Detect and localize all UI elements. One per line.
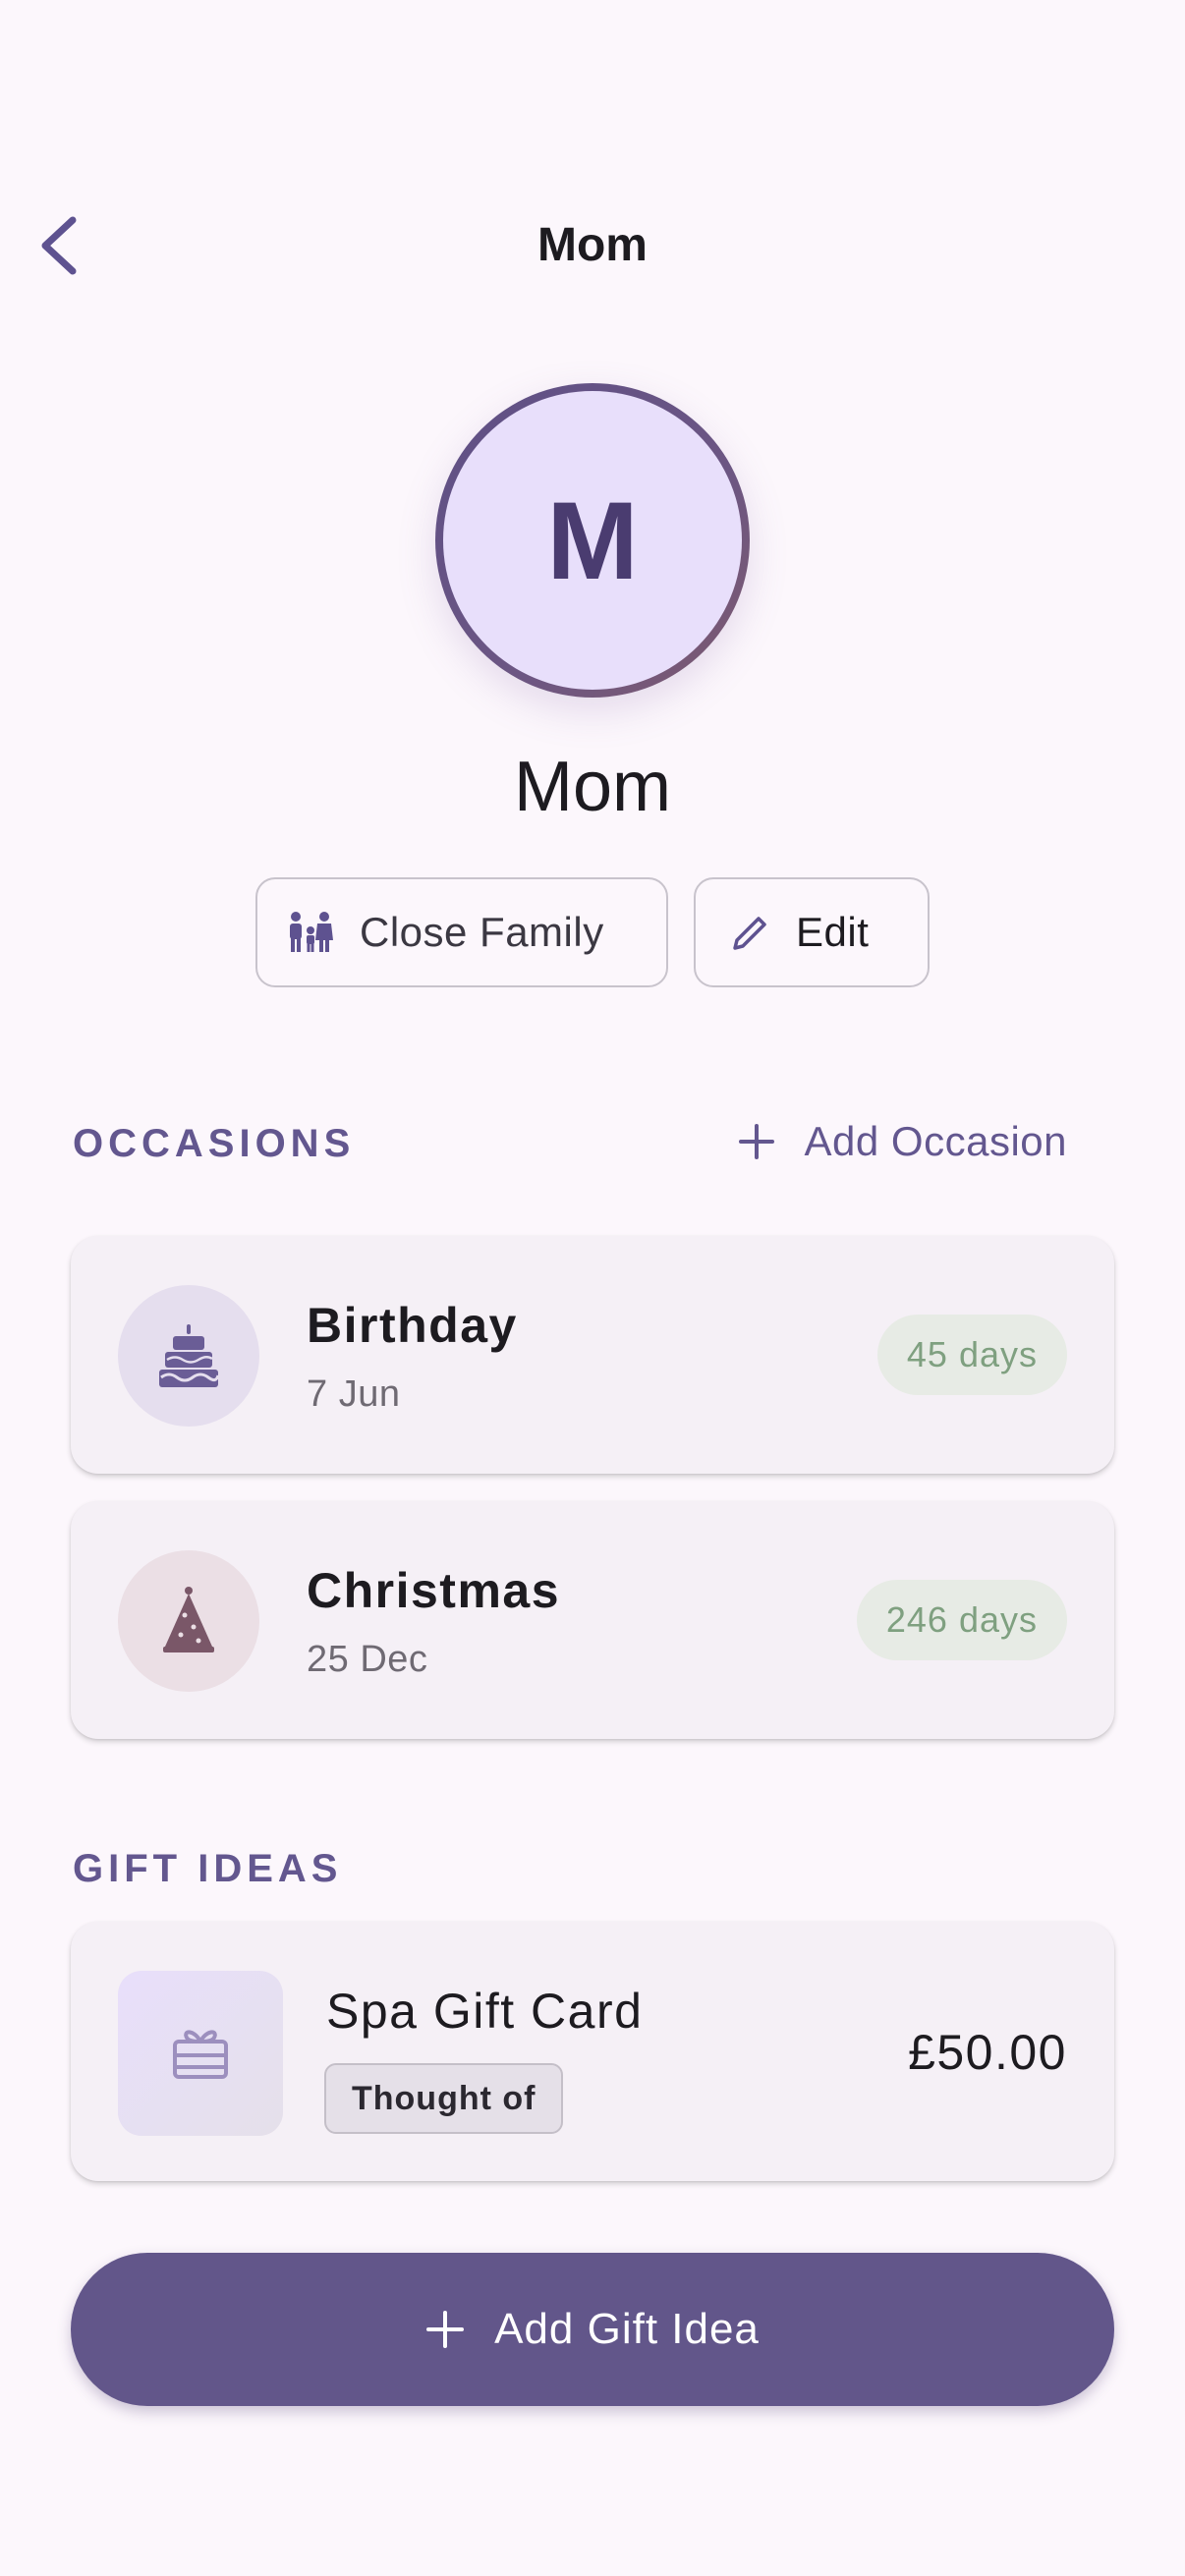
page-title: Mom bbox=[537, 219, 648, 271]
occasion-date: 7 Jun bbox=[307, 1373, 401, 1415]
avatar-initial: M bbox=[443, 391, 742, 690]
occasion-title: Christmas bbox=[307, 1563, 561, 1618]
gift-title: Spa Gift Card bbox=[326, 1984, 644, 2039]
edit-button-label: Edit bbox=[796, 909, 870, 955]
countdown-badge: 246 days bbox=[856, 1580, 1067, 1660]
add-occasion-label: Add Occasion bbox=[804, 1118, 1067, 1164]
family-icon bbox=[290, 912, 333, 952]
gift-idea-card[interactable]: Spa Gift Card Thought of £50.00 bbox=[71, 1922, 1114, 2181]
party-hat-icon bbox=[163, 1587, 214, 1652]
gift-thumbnail bbox=[118, 1971, 283, 2136]
add-occasion-button[interactable]: Add Occasion bbox=[738, 1118, 1067, 1165]
contact-name: Mom bbox=[514, 748, 671, 826]
avatar: M bbox=[435, 383, 750, 698]
plus-icon bbox=[426, 2311, 465, 2348]
gift-status-badge: Thought of bbox=[324, 2063, 564, 2134]
occasion-date: 25 Dec bbox=[307, 1639, 428, 1680]
gift-ideas-section-title: GIFT IDEAS bbox=[73, 1847, 343, 1890]
countdown-badge: 45 days bbox=[876, 1315, 1067, 1395]
occasion-card-birthday[interactable]: Birthday 7 Jun 45 days bbox=[71, 1236, 1114, 1474]
relationship-chip-label: Close Family bbox=[360, 909, 604, 955]
edit-button[interactable]: Edit bbox=[694, 877, 930, 987]
plus-icon bbox=[738, 1124, 774, 1159]
add-gift-idea-label: Add Gift Idea bbox=[494, 2305, 760, 2353]
occasions-section-title: OCCASIONS bbox=[73, 1122, 356, 1165]
gift-price: £50.00 bbox=[908, 2025, 1067, 2080]
pencil-icon bbox=[733, 917, 766, 950]
occasion-card-christmas[interactable]: Christmas 25 Dec 246 days bbox=[71, 1501, 1114, 1739]
occasion-icon-container bbox=[118, 1285, 259, 1427]
gift-icon bbox=[173, 2030, 228, 2079]
cake-icon bbox=[159, 1324, 220, 1387]
add-gift-idea-button[interactable]: Add Gift Idea bbox=[71, 2253, 1114, 2406]
relationship-chip[interactable]: Close Family bbox=[255, 877, 668, 987]
occasion-title: Birthday bbox=[307, 1298, 518, 1353]
occasion-icon-container bbox=[118, 1550, 259, 1692]
